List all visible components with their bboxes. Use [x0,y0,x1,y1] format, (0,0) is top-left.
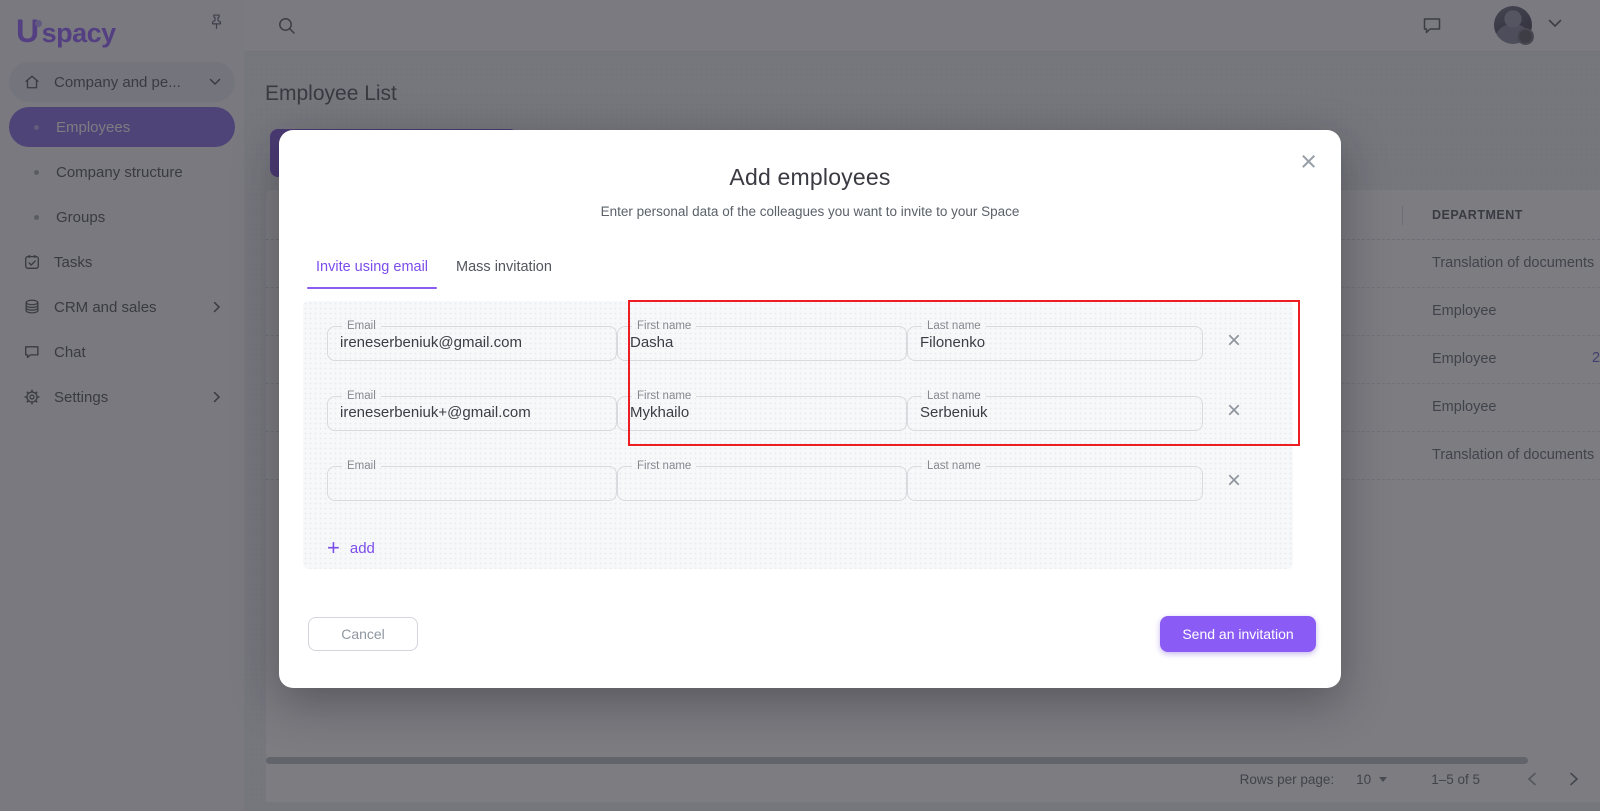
first-name-label: First name [637,460,691,472]
last-name-field[interactable]: Last name [907,391,1203,431]
add-row-button[interactable]: + add [327,537,375,559]
invite-row: Email First name Last name × [327,461,1293,501]
last-name-label: Last name [927,460,981,472]
last-name-label: Last name [927,320,981,332]
add-employees-modal: × Add employees Enter personal data of t… [279,130,1341,688]
cancel-button[interactable]: Cancel [308,617,418,651]
first-name-label: First name [637,390,691,402]
close-icon[interactable]: × [1300,148,1317,177]
email-input[interactable] [340,474,604,491]
send-invitation-button[interactable]: Send an invitation [1160,616,1316,652]
remove-row-icon[interactable]: × [1219,466,1249,496]
modal-subtitle: Enter personal data of the colleagues yo… [279,204,1341,219]
remove-row-icon[interactable]: × [1219,326,1249,356]
invite-row: Email First name Last name × [327,321,1293,361]
email-label: Email [347,320,376,332]
tab-mass-invitation[interactable]: Mass invitation [447,258,561,276]
first-name-input[interactable] [630,334,894,351]
invite-row: Email First name Last name × [327,391,1293,431]
invite-form-panel: Email First name Last name × Email First… [303,301,1293,569]
first-name-label: First name [637,320,691,332]
email-label: Email [347,460,376,472]
last-name-label: Last name [927,390,981,402]
modal-tabs: Invite using email Mass invitation [307,258,561,276]
last-name-input[interactable] [920,474,1190,491]
last-name-input[interactable] [920,334,1190,351]
first-name-input[interactable] [630,474,894,491]
first-name-input[interactable] [630,404,894,421]
modal-title: Add employees [279,164,1341,191]
add-row-label: add [350,540,375,557]
email-input[interactable] [340,334,604,351]
email-label: Email [347,390,376,402]
tab-invite-using-email[interactable]: Invite using email [307,258,437,276]
email-field[interactable]: Email [327,321,617,361]
last-name-input[interactable] [920,404,1190,421]
first-name-field[interactable]: First name [617,391,907,431]
first-name-field[interactable]: First name [617,321,907,361]
plus-icon: + [327,537,340,559]
last-name-field[interactable]: Last name [907,321,1203,361]
email-input[interactable] [340,404,604,421]
remove-row-icon[interactable]: × [1219,396,1249,426]
last-name-field[interactable]: Last name [907,461,1203,501]
email-field[interactable]: Email [327,391,617,431]
first-name-field[interactable]: First name [617,461,907,501]
email-field[interactable]: Email [327,461,617,501]
